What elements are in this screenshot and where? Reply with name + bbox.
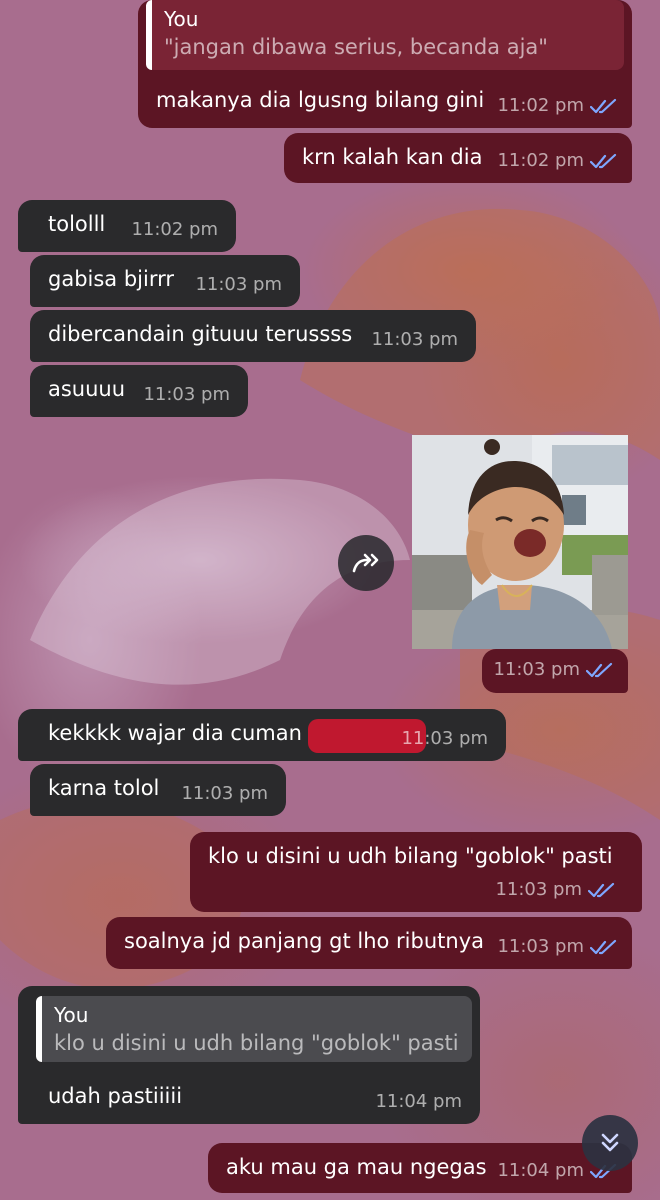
- reply-quote[interactable]: You klo u disini u udh bilang "goblok" p…: [36, 996, 472, 1062]
- message-bubble-incoming[interactable]: gabisa bjirrr 11:03 pm: [30, 255, 300, 307]
- message-text: asuuuu: [48, 377, 126, 401]
- double-check-icon: [590, 939, 617, 955]
- reply-author: You: [54, 1003, 89, 1027]
- message-bubble-incoming[interactable]: tololll 11:02 pm: [18, 200, 236, 252]
- message-meta: 11:03 pm: [143, 381, 230, 409]
- message-text: dibercandain gituuu terussss: [48, 322, 353, 346]
- message-bubble-outgoing[interactable]: soalnya jd panjang gt lho ributnya 11:03…: [106, 917, 632, 969]
- message-bubble-outgoing[interactable]: You "jangan dibawa serius, becanda aja" …: [138, 0, 632, 128]
- message-meta: 11:02 pm: [497, 92, 618, 120]
- message-bubble-incoming[interactable]: kekkkk wajar dia cuman di 11:03 pm: [18, 709, 506, 761]
- message-meta: 11:04 pm: [375, 1088, 462, 1116]
- message-text: makanya dia lgusng bilang gini: [156, 88, 485, 112]
- message-text: karna tolol: [48, 776, 160, 800]
- message-text: klo u disini u udh bilang "goblok" pasti: [208, 844, 613, 868]
- message-time: 11:02 pm: [131, 219, 218, 240]
- message-meta: 11:03 pm: [495, 876, 616, 904]
- message-bubble-outgoing[interactable]: krn kalah kan dia 11:02 pm: [284, 133, 632, 183]
- message-text: udah pastiiiii: [48, 1084, 183, 1108]
- message-text: krn kalah kan dia: [302, 145, 483, 169]
- forward-icon: [352, 553, 379, 573]
- message-time: 11:03 pm: [195, 274, 282, 295]
- reply-text: "jangan dibawa serius, becanda aja": [164, 35, 548, 59]
- message-time: 11:03 pm: [181, 783, 268, 804]
- double-check-icon: [590, 153, 617, 169]
- message-meta: 11:03 pm: [401, 725, 488, 753]
- message-time: 11:02 pm: [497, 150, 584, 171]
- message-meta: 11:03 pm: [181, 780, 268, 808]
- reply-author: You: [164, 7, 199, 31]
- message-time: 11:03 pm: [495, 879, 582, 900]
- message-text: aku mau ga mau ngegas: [226, 1155, 487, 1179]
- message-bubble-incoming[interactable]: asuuuu 11:03 pm: [30, 365, 248, 417]
- message-text: tololll: [48, 212, 106, 236]
- message-bubble-incoming[interactable]: You klo u disini u udh bilang "goblok" p…: [18, 986, 480, 1124]
- double-check-icon: [586, 662, 613, 678]
- message-time: 11:03 pm: [143, 384, 230, 405]
- reply-text: klo u disini u udh bilang "goblok" pasti: [54, 1031, 459, 1055]
- message-bubble-outgoing[interactable]: klo u disini u udh bilang "goblok" pasti…: [190, 832, 642, 912]
- message-meta: 11:03 pm: [497, 933, 618, 961]
- message-time: 11:04 pm: [375, 1091, 462, 1112]
- message-meta: 11:02 pm: [497, 147, 618, 175]
- crying-child-photo: [412, 435, 628, 649]
- reply-quote[interactable]: You "jangan dibawa serius, becanda aja": [146, 0, 624, 70]
- message-meta: 11:03 pm: [371, 326, 458, 354]
- message-text: gabisa bjirrr: [48, 267, 175, 291]
- message-meta: 11:02 pm: [131, 216, 218, 244]
- message-bubble-incoming[interactable]: dibercandain gituuu terussss 11:03 pm: [30, 310, 476, 362]
- double-chevron-down-icon: [601, 1133, 619, 1152]
- message-bubble-incoming[interactable]: karna tolol 11:03 pm: [30, 764, 286, 816]
- forward-button[interactable]: [338, 535, 394, 591]
- message-time: 11:04 pm: [497, 1160, 584, 1181]
- message-bubble-outgoing[interactable]: 11:03 pm: [482, 649, 628, 693]
- message-time: 11:03 pm: [497, 936, 584, 957]
- message-time: 11:03 pm: [401, 728, 488, 749]
- message-meta: 11:03 pm: [195, 271, 282, 299]
- message-time: 11:02 pm: [497, 95, 584, 116]
- double-check-icon: [588, 882, 615, 898]
- message-bubble-outgoing[interactable]: aku mau ga mau ngegas 11:04 pm: [208, 1143, 632, 1193]
- message-time: 11:03 pm: [371, 329, 458, 350]
- message-text: soalnya jd panjang gt lho ributnya: [124, 929, 484, 953]
- double-check-icon: [590, 98, 617, 114]
- message-text: kekkkk wajar dia cuman di: [48, 721, 328, 745]
- scroll-to-bottom-button[interactable]: [582, 1115, 638, 1171]
- message-time: 11:03 pm: [493, 659, 580, 680]
- photo-message[interactable]: [412, 435, 628, 649]
- message-meta: 11:03 pm: [493, 656, 614, 684]
